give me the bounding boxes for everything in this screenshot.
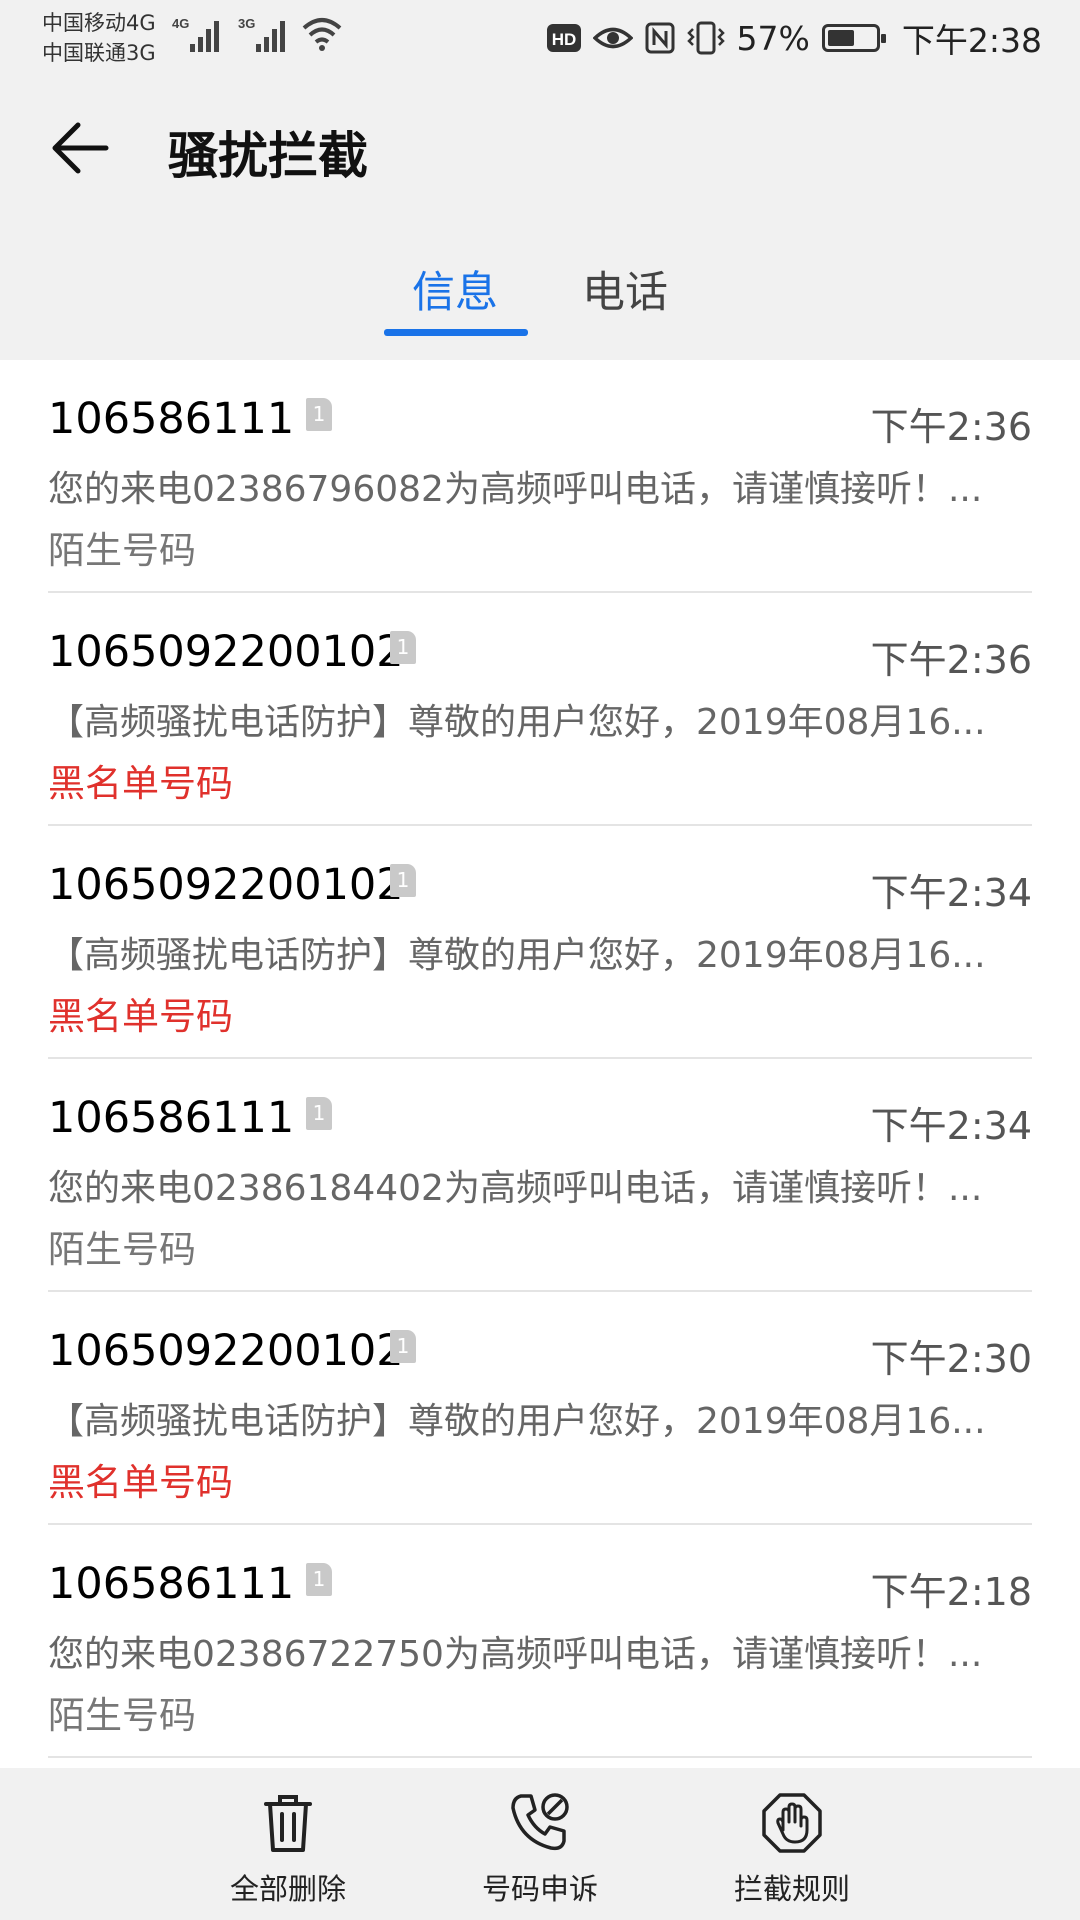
nfc-icon [645, 22, 675, 54]
wifi-icon [302, 18, 342, 51]
tab-indicator [384, 329, 528, 336]
sim-card-icon: 1 [390, 1330, 416, 1363]
number-tag: 陌生号码 [48, 1694, 196, 1737]
sim-card-icon: 1 [306, 398, 332, 431]
message-preview: 【高频骚扰电话防护】尊敬的用户您好，2019年08月16... [48, 1401, 986, 1442]
page-title: 骚扰拦截 [168, 127, 368, 185]
sim-card-icon: 1 [390, 864, 416, 897]
tab-messages[interactable]: 信息 [412, 258, 498, 320]
message-time: 下午2:30 [870, 1337, 1032, 1381]
status-bar: 中国移动4G 中国联通3G 4G 3G HD 57% 下午2:38 [0, 0, 1080, 76]
number-tag: 黑名单号码 [48, 1461, 233, 1504]
message-time: 下午2:36 [870, 405, 1032, 449]
battery-icon [821, 24, 886, 52]
svg-text:HD: HD [551, 30, 576, 49]
number-tag: 黑名单号码 [48, 995, 233, 1038]
sender-number: 106586111 [48, 1093, 295, 1143]
bottom-action-bar: 全部删除 号码申诉 拦截规则 [0, 1768, 1080, 1920]
number-tag: 陌生号码 [48, 529, 196, 572]
hd-icon: HD [546, 24, 581, 52]
signal-3g-icon: 3G [238, 16, 285, 52]
message-preview: 您的来电02386722750为高频呼叫电话，请谨慎接听！... [48, 1634, 983, 1675]
sim-card-icon: 1 [306, 1097, 332, 1130]
phone-blocked-icon [511, 1793, 569, 1851]
number-tag: 黑名单号码 [48, 762, 233, 805]
sender-number: 1065092200102 [48, 1326, 404, 1376]
message-preview: 您的来电02386184402为高频呼叫电话，请谨慎接听！... [48, 1168, 983, 1209]
block-rules-button[interactable]: 拦截规则 [702, 1790, 882, 1908]
carrier-2: 中国联通3G [42, 41, 156, 65]
status-right: HD 57% 下午2:38 [546, 14, 1042, 62]
message-row[interactable]: 106586111 1 下午2:18 您的来电02386722750为高频呼叫电话，请… [48, 1525, 1032, 1758]
number-appeal-label: 号码申诉 [481, 1872, 598, 1906]
tab-calls[interactable]: 电话 [582, 258, 668, 320]
vibrate-icon [686, 21, 725, 55]
message-preview: 【高频骚扰电话防护】尊敬的用户您好，2019年08月16... [48, 702, 986, 743]
message-row[interactable]: 106586111 1 下午2:36 您的来电02386796082为高频呼叫电话，请… [48, 360, 1032, 593]
svg-text:3G: 3G [238, 16, 255, 31]
message-time: 下午2:18 [870, 1570, 1032, 1614]
message-time: 下午2:34 [870, 871, 1032, 915]
message-preview: 您的来电02386796082为高频呼叫电话，请谨慎接听！... [48, 469, 983, 510]
trash-icon [264, 1795, 312, 1852]
svg-text:4G: 4G [172, 16, 189, 31]
eye-comfort-icon [592, 27, 633, 49]
sim-card-icon: 1 [390, 631, 416, 664]
delete-all-label: 全部删除 [229, 1872, 346, 1906]
message-time: 下午2:36 [870, 638, 1032, 682]
battery-fill [827, 30, 854, 46]
sender-number: 1065092200102 [48, 627, 404, 677]
message-list: 106586111 1 下午2:36 您的来电02386796082为高频呼叫电话，请… [0, 360, 1080, 1758]
sender-number: 106586111 [48, 394, 295, 444]
signal-4g-icon: 4G [172, 16, 219, 52]
clock: 下午2:38 [901, 21, 1042, 60]
number-appeal-button[interactable]: 号码申诉 [450, 1790, 630, 1908]
block-rules-label: 拦截规则 [733, 1872, 850, 1906]
back-arrow-icon[interactable] [46, 112, 118, 184]
app-bar: 骚扰拦截 信息 电话 [0, 76, 1080, 360]
battery-percent: 57% [736, 18, 810, 58]
message-row[interactable]: 1065092200102 1 下午2:34 【高频骚扰电话防护】尊敬的用户您好，20… [48, 826, 1032, 1059]
number-tag: 陌生号码 [48, 1228, 196, 1271]
sender-number: 1065092200102 [48, 860, 404, 910]
sim-card-icon: 1 [306, 1563, 332, 1596]
sender-number: 106586111 [48, 1559, 295, 1609]
delete-all-button[interactable]: 全部删除 [198, 1790, 378, 1908]
message-time: 下午2:34 [870, 1104, 1032, 1148]
message-preview: 【高频骚扰电话防护】尊敬的用户您好，2019年08月16... [48, 935, 986, 976]
hand-stop-icon [762, 1793, 822, 1853]
carrier-1: 中国移动4G [42, 11, 156, 35]
carrier-info: 中国移动4G 中国联通3G [42, 8, 156, 68]
message-row[interactable]: 106586111 1 下午2:34 您的来电02386184402为高频呼叫电话，请… [48, 1059, 1032, 1292]
message-row[interactable]: 1065092200102 1 下午2:30 【高频骚扰电话防护】尊敬的用户您好，20… [48, 1292, 1032, 1525]
message-row[interactable]: 1065092200102 1 下午2:36 【高频骚扰电话防护】尊敬的用户您好，20… [48, 593, 1032, 826]
